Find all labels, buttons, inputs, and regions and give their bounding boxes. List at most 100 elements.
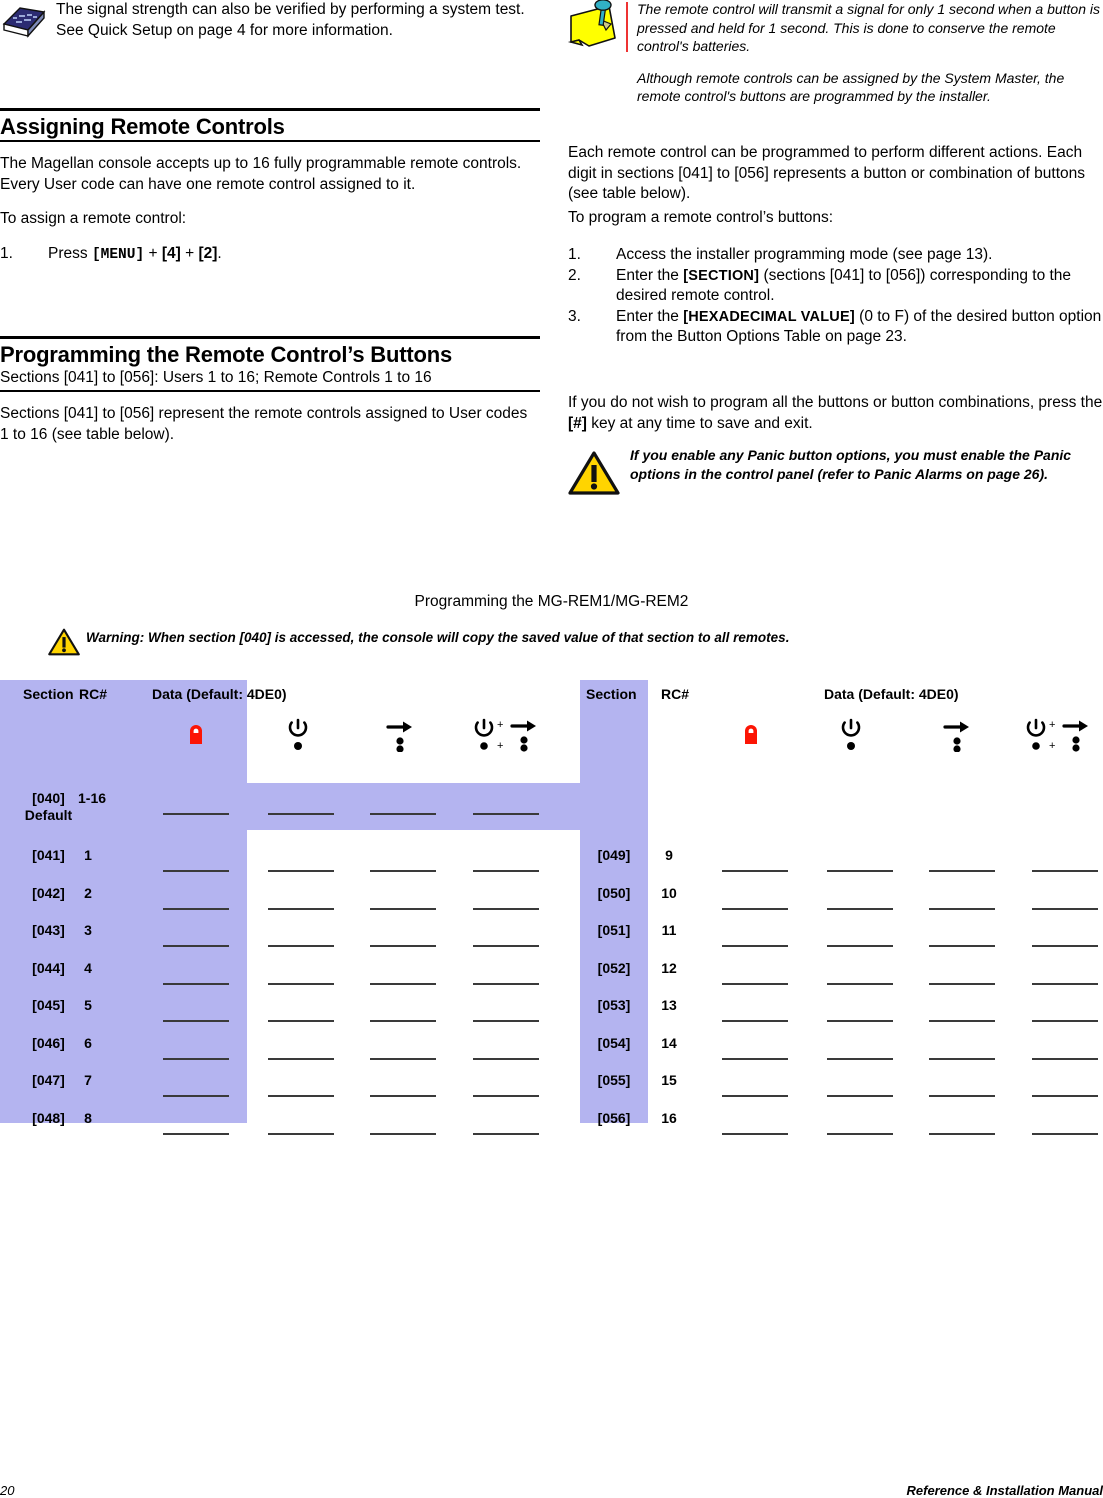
- left-row-blank-1[interactable]: [163, 945, 229, 947]
- left-row-blank-1[interactable]: [163, 870, 229, 872]
- right-row-blank-3[interactable]: [929, 1095, 995, 1097]
- left-row-blank-3[interactable]: [370, 983, 436, 985]
- left-row-blank-3[interactable]: [370, 870, 436, 872]
- right-row-blank-1[interactable]: [722, 983, 788, 985]
- left-row-blank-4[interactable]: [473, 1095, 539, 1097]
- right-row-blank-2[interactable]: [827, 908, 893, 910]
- right-row-blank-4[interactable]: [1032, 908, 1098, 910]
- left-row-blank-1[interactable]: [163, 1133, 229, 1135]
- sticky-note-para-2: Although remote controls can be assigned…: [637, 69, 1103, 106]
- right-row-blank-3[interactable]: [929, 945, 995, 947]
- left-row-blank-1[interactable]: [163, 1095, 229, 1097]
- left-row-blank-2[interactable]: [268, 1020, 334, 1022]
- right-row-blank-2[interactable]: [827, 945, 893, 947]
- programming-buttons-section: Programming the Remote Control’s Buttons…: [0, 336, 540, 459]
- right-para-3-pre: If you do not wish to program all the bu…: [568, 394, 1102, 411]
- remote-control-programming-table: Section RC# Data (Default: 4DE0): [0, 680, 1103, 1150]
- left-row-blank-4[interactable]: [473, 983, 539, 985]
- left-default-blank-2[interactable]: [268, 813, 334, 815]
- program-step-3-pre: Enter the: [616, 308, 683, 325]
- right-para-2: To program a remote control’s buttons:: [568, 208, 1103, 229]
- right-row-blank-3[interactable]: [929, 1058, 995, 1060]
- left-row-blank-4[interactable]: [473, 1133, 539, 1135]
- left-row-blank-2[interactable]: [268, 983, 334, 985]
- right-para-3-post: key at any time to save and exit.: [587, 415, 813, 432]
- right-header-rc: RC#: [661, 686, 689, 702]
- assign-step-1-plus-2: +: [181, 245, 199, 262]
- sticky-note-icon: [565, 0, 627, 57]
- left-rows-data-area: [247, 830, 580, 1123]
- right-row-blank-1[interactable]: [722, 1133, 788, 1135]
- right-row-blank-1[interactable]: [722, 870, 788, 872]
- left-default-blank-3[interactable]: [370, 813, 436, 815]
- panic-warning-block: If you enable any Panic button options, …: [568, 446, 1103, 501]
- right-row-blank-4[interactable]: [1032, 983, 1098, 985]
- right-para-1: Each remote control can be programmed to…: [568, 143, 1103, 205]
- power-dot-plus-arrow-dots-icon: + +: [473, 718, 547, 757]
- left-row-blank-2[interactable]: [268, 1095, 334, 1097]
- left-row-blank-1[interactable]: [163, 1058, 229, 1060]
- left-row-blank-2[interactable]: [268, 1058, 334, 1060]
- right-row-blank-2[interactable]: [827, 983, 893, 985]
- warning-triangle-icon: [48, 626, 86, 663]
- right-row-blank-2[interactable]: [827, 870, 893, 872]
- right-row-rc: 9: [651, 847, 687, 863]
- left-row-blank-2[interactable]: [268, 908, 334, 910]
- note-red-rule: [626, 2, 628, 52]
- svg-text:+: +: [1049, 719, 1055, 731]
- right-row-blank-4[interactable]: [1032, 1020, 1098, 1022]
- right-row-blank-1[interactable]: [722, 945, 788, 947]
- right-row-blank-3[interactable]: [929, 870, 995, 872]
- program-step-2: 2. Enter the [SECTION] (sections [041] t…: [568, 266, 1103, 307]
- right-row-rc: 16: [651, 1110, 687, 1126]
- right-row-blank-3[interactable]: [929, 983, 995, 985]
- right-row-blank-2[interactable]: [827, 1058, 893, 1060]
- right-row-blank-2[interactable]: [827, 1095, 893, 1097]
- left-row-blank-1[interactable]: [163, 908, 229, 910]
- right-row-section: [055]: [580, 1072, 648, 1088]
- left-row-blank-4[interactable]: [473, 1020, 539, 1022]
- right-row-blank-2[interactable]: [827, 1020, 893, 1022]
- right-row-blank-4[interactable]: [1032, 1058, 1098, 1060]
- left-row-blank-4[interactable]: [473, 1058, 539, 1060]
- left-row-blank-2[interactable]: [268, 1133, 334, 1135]
- right-row-blank-3[interactable]: [929, 908, 995, 910]
- right-column: The remote control will transmit a signa…: [568, 0, 1103, 106]
- power-dot-plus-arrow-dots-icon: + +: [1025, 718, 1099, 757]
- left-row-blank-3[interactable]: [370, 1058, 436, 1060]
- right-row-blank-4[interactable]: [1032, 870, 1098, 872]
- left-row-blank-4[interactable]: [473, 945, 539, 947]
- right-row-rc: 10: [651, 885, 687, 901]
- footer-manual-title: Reference & Installation Manual: [907, 1483, 1103, 1498]
- left-row-blank-1[interactable]: [163, 1020, 229, 1022]
- left-row-blank-3[interactable]: [370, 945, 436, 947]
- left-row-blank-3[interactable]: [370, 1133, 436, 1135]
- left-row-blank-3[interactable]: [370, 1095, 436, 1097]
- right-row-section: [056]: [580, 1110, 648, 1126]
- right-row-blank-3[interactable]: [929, 1020, 995, 1022]
- left-default-blank-4[interactable]: [473, 813, 539, 815]
- right-row-blank-3[interactable]: [929, 1133, 995, 1135]
- right-row-blank-2[interactable]: [827, 1133, 893, 1135]
- right-row-blank-1[interactable]: [722, 908, 788, 910]
- left-row-rc: 8: [70, 1110, 106, 1126]
- left-row-blank-4[interactable]: [473, 908, 539, 910]
- left-row-blank-2[interactable]: [268, 870, 334, 872]
- right-row-blank-4[interactable]: [1032, 945, 1098, 947]
- right-row-blank-1[interactable]: [722, 1095, 788, 1097]
- left-row-blank-3[interactable]: [370, 908, 436, 910]
- power-plus-one-dot-icon: [838, 718, 864, 757]
- book-icon: [0, 0, 56, 43]
- right-row-blank-4[interactable]: [1032, 1095, 1098, 1097]
- svg-text:+: +: [497, 719, 503, 731]
- left-row-blank-3[interactable]: [370, 1020, 436, 1022]
- right-row-blank-4[interactable]: [1032, 1133, 1098, 1135]
- left-row-blank-1[interactable]: [163, 983, 229, 985]
- left-row-blank-2[interactable]: [268, 945, 334, 947]
- left-column: The signal strength can also be verified…: [0, 0, 540, 53]
- left-default-blank-1[interactable]: [163, 813, 229, 815]
- right-row-blank-1[interactable]: [722, 1020, 788, 1022]
- right-row-section: [049]: [580, 847, 648, 863]
- left-row-blank-4[interactable]: [473, 870, 539, 872]
- right-row-blank-1[interactable]: [722, 1058, 788, 1060]
